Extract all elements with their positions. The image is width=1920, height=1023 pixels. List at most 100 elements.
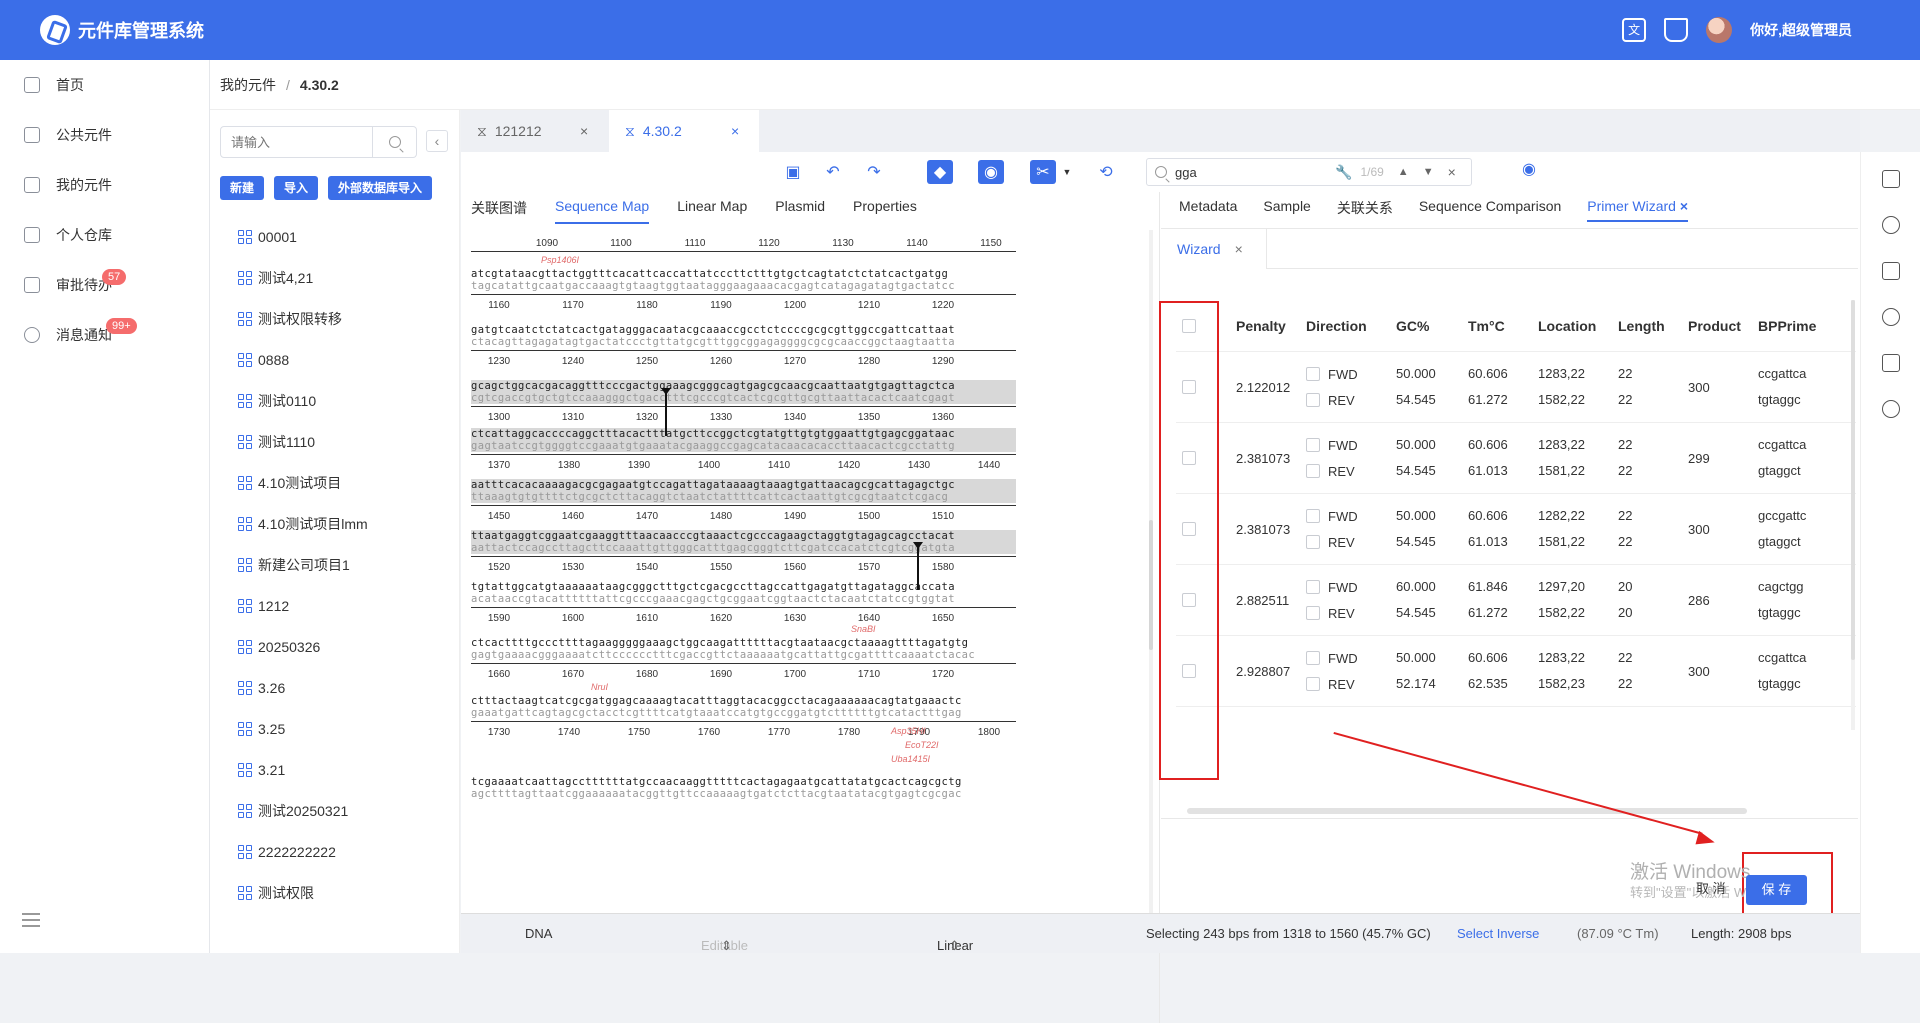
sequence-forward-strand[interactable]: ttaatgaggtcggaatcgaaggtttaacaacccgtaaact…	[471, 530, 1016, 542]
cut-icon[interactable]: ✂	[1030, 160, 1056, 184]
close-icon[interactable]: ×	[731, 123, 739, 139]
tree-item[interactable]: 2222222222	[238, 831, 448, 872]
tree-item[interactable]: 1212	[238, 585, 448, 626]
close-icon[interactable]: ×	[1680, 198, 1688, 214]
primer-table-vscroll[interactable]	[1851, 300, 1855, 730]
sequence-reverse-strand[interactable]: gaaatgattcagtagcgctacctcgttttcatgtaaatcc…	[471, 707, 1016, 719]
external-import-button[interactable]: 外部数据库导入	[328, 176, 433, 200]
sequence-search-input[interactable]: gga	[1175, 165, 1335, 180]
tab-relation-graph[interactable]: 关联图谱	[471, 198, 527, 224]
dna-icon[interactable]	[1881, 216, 1900, 234]
tree-item[interactable]: 4.10测试项目	[238, 462, 448, 503]
sequence-block[interactable]: aatttcacacaaaagacgcgagaatgtccagattagataa…	[471, 479, 1016, 527]
sequence-forward-strand[interactable]: aatttcacacaaaagacgcgagaatgtccagattagataa…	[471, 479, 1016, 491]
sequence-block[interactable]: ttaatgaggtcggaatcgaaggtttaacaacccgtaaact…	[471, 530, 1016, 578]
fwd-checkbox[interactable]	[1306, 438, 1320, 452]
history-icon[interactable]: ⟲	[1093, 160, 1119, 184]
sequence-block[interactable]: tgtattggcatgtaaaaaataagcgggctttgctcgacgc…	[471, 581, 1016, 629]
caret-up-icon[interactable]: ▲	[1398, 166, 1409, 178]
sequence-reverse-strand[interactable]: tagcatattgcaatgaccaaagtgtaagtggtaataggga…	[471, 280, 1016, 292]
sequence-block[interactable]: tcgaaaatcaattagccttttttatgccaacaaggttttt…	[471, 726, 1016, 800]
cart-icon[interactable]	[1664, 18, 1689, 42]
enzyme-site-label[interactable]: SnaBI	[851, 624, 876, 634]
wizard-subtab[interactable]: Wizard ×	[1161, 229, 1267, 269]
tree-item[interactable]: 3.26	[238, 667, 448, 708]
tree-item[interactable]: 测试权限转移	[238, 298, 448, 339]
sidebar-item-notice[interactable]: 消息通知 99+	[0, 310, 209, 360]
tab-plasmid[interactable]: Plasmid	[775, 198, 825, 224]
close-icon[interactable]: ×	[580, 123, 588, 139]
tree-search-input[interactable]	[220, 126, 373, 158]
sequence-block[interactable]: ctttactaagtcatcgcgatggagcaaaagtacatttagg…	[471, 682, 1016, 743]
new-button[interactable]: 新建	[220, 176, 265, 200]
tree-item[interactable]: 新建公司项目1	[238, 544, 448, 585]
tab-121212[interactable]: ⧖ 121212 ×	[461, 110, 605, 152]
rev-checkbox[interactable]	[1306, 464, 1320, 478]
close-icon[interactable]: ×	[1448, 164, 1456, 180]
sequence-block[interactable]: gcagctggcacgacaggtttcccgactggaaagcgggcag…	[471, 380, 1016, 428]
tag-icon[interactable]: ◆	[927, 160, 953, 184]
tree-item[interactable]: 4.10测试项目lmm	[238, 503, 448, 544]
tree-item[interactable]: 3.21	[238, 749, 448, 790]
copy-icon[interactable]	[1881, 262, 1900, 280]
column-header[interactable]: BPPrime	[1758, 318, 1818, 334]
tree-search-button[interactable]	[373, 126, 417, 158]
column-header[interactable]: Location	[1538, 318, 1618, 334]
primer-table-hscroll[interactable]	[1173, 808, 1853, 816]
avatar[interactable]	[1706, 17, 1733, 43]
caret-down-icon[interactable]: ▼	[1054, 160, 1080, 184]
primer-pair-row[interactable]: 2.381073 FWD REV 50.000 54.545 60.606 61.013 12…	[1176, 423, 1856, 494]
undo-icon[interactable]: ↶	[820, 160, 846, 184]
circle-icon[interactable]: ◉	[978, 160, 1004, 184]
fwd-checkbox[interactable]	[1306, 580, 1320, 594]
sequence-forward-strand[interactable]: tcgaaaatcaattagccttttttatgccaacaaggttttt…	[471, 776, 1016, 788]
sequence-block[interactable]: ctcacttttgcccttttagaagggggaaagctggcaagat…	[471, 624, 1016, 685]
fwd-checkbox[interactable]	[1306, 651, 1320, 665]
sequence-forward-strand[interactable]: gcagctggcacgacaggtttcccgactggaaagcgggcag…	[471, 380, 1016, 392]
column-header[interactable]: Product	[1688, 318, 1758, 334]
tab-linear-map[interactable]: Linear Map	[677, 198, 747, 224]
sequence-forward-strand[interactable]: ctcattaggcaccccaggctttacactttatgcttccggc…	[471, 428, 1016, 440]
clock-icon[interactable]	[1881, 308, 1900, 326]
column-header[interactable]: Tm°C	[1468, 318, 1538, 334]
select-inverse-link[interactable]: Select Inverse	[1457, 926, 1539, 941]
sequence-block[interactable]: gatgtcaatctctatcactgatagggacaatacgcaaacc…	[471, 324, 1016, 372]
tree-item[interactable]: 3.25	[238, 708, 448, 749]
tab-4-30-2[interactable]: ⧖ 4.30.2 ×	[609, 110, 759, 152]
sidebar-item-public[interactable]: 公共元件	[0, 110, 209, 160]
tab-sequence-map[interactable]: Sequence Map	[555, 198, 650, 224]
user-greeting[interactable]: 你好,超级管理员	[1750, 20, 1852, 40]
sequence-type[interactable]: DNA	[525, 926, 552, 941]
message-icon[interactable]	[1881, 354, 1900, 372]
sequence-forward-strand[interactable]: gatgtcaatctctatcactgatagggacaatacgcaaacc…	[471, 324, 1016, 336]
selection-cursor-marker[interactable]	[661, 388, 671, 436]
enzyme-site-label[interactable]: NruI	[591, 682, 608, 692]
gear-icon[interactable]	[1881, 400, 1900, 418]
sequence-reverse-strand[interactable]: gagtaatccgtggggtccgaaatgtgaaatacgaaggccg…	[471, 440, 1016, 452]
tab-sequence-comparison[interactable]: Sequence Comparison	[1419, 198, 1561, 222]
sequence-reverse-strand[interactable]: ctacagttagagatagtgactatccctgttatgcgtttgg…	[471, 336, 1016, 348]
save-icon[interactable]: ▣	[780, 160, 806, 184]
breadcrumb-parent[interactable]: 我的元件	[220, 75, 276, 95]
tree-item[interactable]: 00001	[238, 216, 448, 257]
sequence-reverse-strand[interactable]: aattactccagccttagcttccaaattgttgggcatttga…	[471, 542, 1016, 554]
tab-sample[interactable]: Sample	[1263, 198, 1310, 222]
enzyme-site-label[interactable]: Psp1406I	[541, 255, 579, 265]
translate-icon[interactable]: 文	[1622, 18, 1647, 42]
fwd-checkbox[interactable]	[1306, 367, 1320, 381]
enzyme-site-label[interactable]: EcoT22I	[905, 740, 939, 750]
selection-cursor-marker[interactable]	[913, 542, 923, 590]
save-button[interactable]: 保 存	[1745, 875, 1808, 905]
tree-item[interactable]: 测试0110	[238, 380, 448, 421]
import-button[interactable]: 导入	[274, 176, 319, 200]
sequence-forward-strand[interactable]: atcgtataacgttactggtttcacattcaccattatccct…	[471, 268, 1016, 280]
close-icon[interactable]: ×	[1235, 241, 1243, 257]
sidebar-item-warehouse[interactable]: 个人仓库	[0, 210, 209, 260]
fwd-checkbox[interactable]	[1306, 509, 1320, 523]
tab-metadata[interactable]: Metadata	[1179, 198, 1237, 222]
column-header[interactable]: Length	[1618, 318, 1688, 334]
sequence-map-view[interactable]: 1090 1100 1110 1120 1130 1140 1150 atcgtataacgt…	[471, 228, 1031, 933]
tree-item[interactable]: 测试1110	[238, 421, 448, 462]
chevron-left-icon[interactable]: ‹	[426, 130, 448, 152]
caret-down-icon[interactable]: ▼	[1423, 166, 1434, 178]
